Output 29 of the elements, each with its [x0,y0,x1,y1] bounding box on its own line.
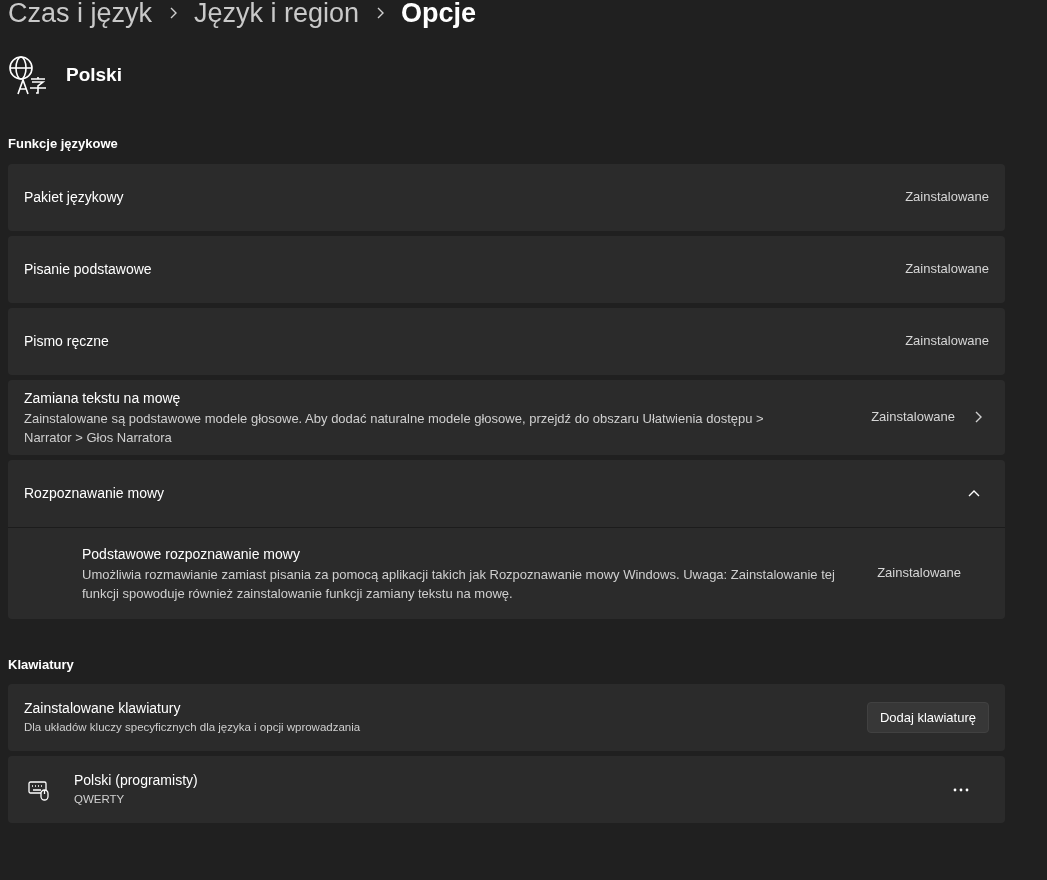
keyboard-icon [28,778,50,801]
status-text: Zainstalowane [905,260,989,279]
section-heading: Funkcje językowe [8,135,119,153]
setting-title: Podstawowe rozpoznawanie mowy [82,544,301,564]
status-text: Zainstalowane [871,408,955,427]
setting-title: Pakiet językowy [24,187,125,207]
section-heading: Klawiatury [8,655,75,674]
setting-title: Zamiana tekstu na mowę [24,388,182,408]
add-keyboard-button[interactable]: Dodaj klawiaturę [866,701,989,734]
setting-title: Zainstalowane klawiatury [24,699,182,719]
setting-description: Zainstalowane są podstawowe modele głosowe. Aby dodać naturalne modele głosowe, przejdź do obszaru Ułatwienia dostępu > Narrator > Głos Narratora [24,409,765,447]
breadcrumb-link[interactable]: Język i region [194,0,360,28]
setting-title: Rozpoznawanie mowy [24,483,166,503]
more-icon [953,788,969,793]
setting-tile[interactable]: Rozpoznawanie mowy [8,459,1005,527]
setting-description: Umożliwia rozmawianie zamiast pisania za pomocą aplikacji takich jak Rozpoznawanie mowy Windows. Uwaga: Zainstalowanie tej funkcji spowoduje również zainstalowanie funkcji zamiany tekstu na mowę. [82,565,836,603]
language-name: Polski [66,62,122,87]
page-title: Opcje [401,0,477,28]
breadcrumb-link[interactable]: Czas i język [8,0,153,28]
setting-title: Pisanie podstawowe [24,259,153,279]
keyboard-name: Polski (programisty) [74,771,199,791]
setting-tile[interactable]: Zamiana tekstu na mowę Zainstalowane są podstawowe modele głosowe. Aby dodać naturalne modele głosowe, przejdź do obszaru Ułatwienia dostępu > Narrator > Głos Narratora Zainstalowane [8,379,1005,455]
status-text: Zainstalowane [877,564,961,583]
status-text: Zainstalowane [905,332,989,351]
language-icon [8,55,48,95]
status-text: Zainstalowane [905,188,989,207]
keyboard-layout: QWERTY [74,792,126,808]
setting-title: Pismo ręczne [24,331,110,351]
setting-description: Dla układów kluczy specyficznych dla języka i opcji wprowadzania [24,720,362,736]
